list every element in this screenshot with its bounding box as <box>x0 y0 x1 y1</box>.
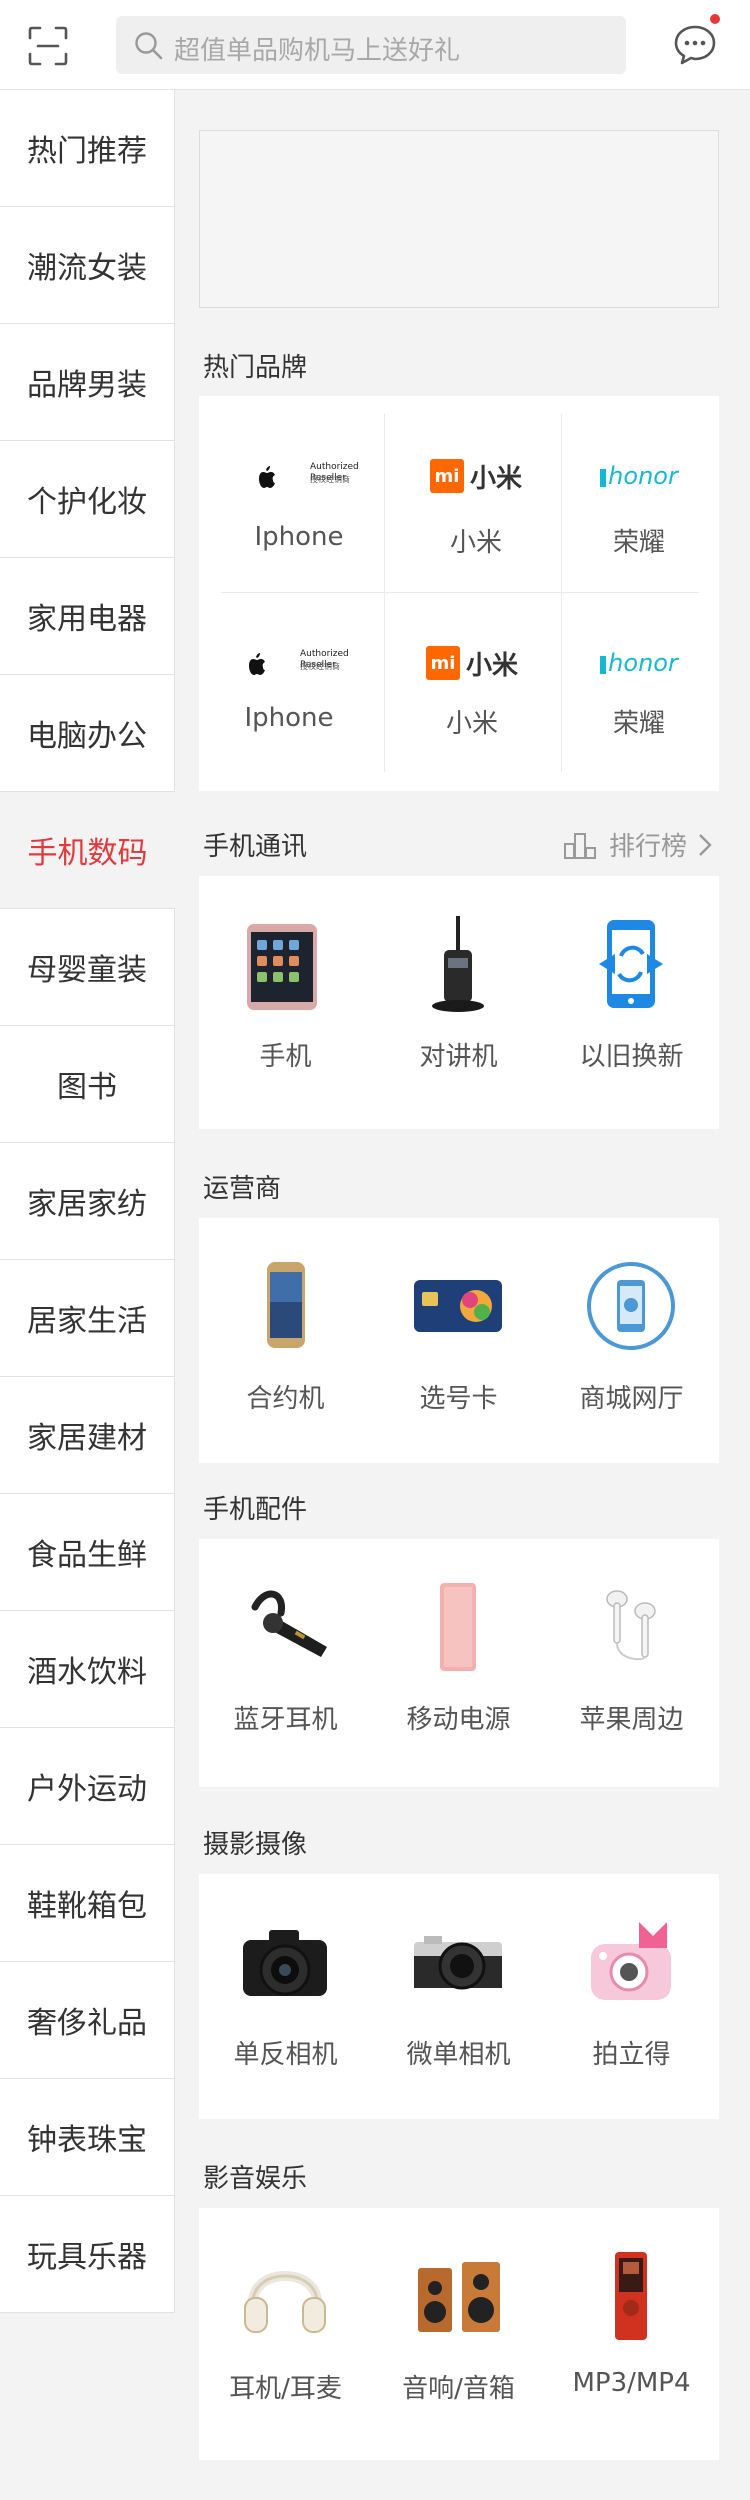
ranking-icon <box>563 832 596 859</box>
earphones-icon <box>606 1590 656 1661</box>
chat-bubble-icon[interactable] <box>672 22 718 68</box>
honor-logo-icon: honor <box>554 643 724 683</box>
brand-name: 荣耀 <box>612 528 665 558</box>
photo-title: 摄影摄像 <box>203 1830 308 1860</box>
phones-panel: 手机 对讲机 以旧换新 <box>199 876 719 1129</box>
sidebar-item[interactable]: 品牌男装 <box>0 324 175 441</box>
brand-tile-apple[interactable]: Authorized Reseller 授权经销商 Iphone <box>204 599 374 779</box>
category-sidebar: 热门推荐 潮流女装 品牌男装 个护化妆 家用电器 电脑办公 手机数码 母婴童装 图书 家居家纺 居家… <box>0 90 175 2313</box>
brand-name: 小米 <box>449 528 502 558</box>
sidebar-item[interactable]: 热门推荐 <box>0 90 175 207</box>
xiaomi-logo-icon: mi 小米 <box>391 456 561 496</box>
apple-logo-icon: Authorized Reseller 授权经销商 <box>214 456 384 496</box>
brand-name: Iphone <box>244 703 334 733</box>
carrier-title: 运营商 <box>203 1174 282 1204</box>
carrier-panel: 合约机 选号卡 商城网厅 <box>199 1218 719 1463</box>
category-item-dslr[interactable]: 单反相机 <box>199 1874 372 2114</box>
search-placeholder: 超值单品购机马上送好礼 <box>174 36 461 66</box>
category-item-apple-accessories[interactable]: 苹果周边 <box>545 1539 718 1779</box>
brand-tile-xiaomi[interactable]: mi 小米 小米 <box>387 599 557 779</box>
category-item-mirrorless[interactable]: 微单相机 <box>372 1874 545 2114</box>
category-item-power-bank[interactable]: 移动电源 <box>372 1539 545 1779</box>
category-item-contract-phone[interactable]: 合约机 <box>199 1218 372 1458</box>
headphones-icon <box>244 2271 326 2333</box>
sidebar-item[interactable]: 户外运动 <box>0 1728 175 1845</box>
sidebar-item[interactable]: 图书 <box>0 1026 175 1143</box>
apple-logo-icon: Authorized Reseller 授权经销商 <box>204 643 374 683</box>
ranking-link[interactable]: 排行榜 <box>563 826 715 863</box>
sidebar-item[interactable]: 潮流女装 <box>0 207 175 324</box>
honor-logo-icon: honor <box>554 456 724 496</box>
sidebar-item[interactable]: 个护化妆 <box>0 441 175 558</box>
category-item-walkie-talkie[interactable]: 对讲机 <box>372 876 545 1116</box>
sidebar-item[interactable]: 玩具乐器 <box>0 2196 175 2313</box>
instant-camera-icon <box>591 1922 671 2000</box>
brand-name: 荣耀 <box>612 709 665 739</box>
av-title: 影音娱乐 <box>203 2164 308 2194</box>
sidebar-item[interactable]: 食品生鲜 <box>0 1494 175 1611</box>
sidebar-item[interactable]: 家居建材 <box>0 1377 175 1494</box>
dslr-camera-icon <box>243 1930 327 1996</box>
hot-brands-title: 热门品牌 <box>203 353 308 383</box>
mp3-player-icon <box>615 2252 647 2340</box>
photo-panel: 单反相机 微单相机 拍立得 <box>199 1874 719 2119</box>
sidebar-item[interactable]: 钟表珠宝 <box>0 2079 175 2196</box>
category-item-online-hall[interactable]: 商城网厅 <box>545 1218 718 1458</box>
category-item-phone[interactable]: 手机 <box>199 876 372 1116</box>
accessories-title: 手机配件 <box>203 1495 308 1525</box>
brand-name: 小米 <box>445 709 498 739</box>
category-item-sim-card[interactable]: 选号卡 <box>372 1218 545 1458</box>
sidebar-item[interactable]: 母婴童装 <box>0 909 175 1026</box>
category-item-speakers[interactable]: 音响/音箱 <box>372 2208 545 2448</box>
sidebar-item[interactable]: 手机数码 <box>0 792 175 909</box>
online-hall-icon <box>587 1262 675 1350</box>
smartphone-icon <box>247 924 317 1010</box>
brand-tile-apple[interactable]: Authorized Reseller 授权经销商 Iphone <box>214 412 384 592</box>
xiaomi-logo-icon: mi 小米 <box>387 643 557 683</box>
bluetooth-headset-icon <box>251 1590 327 1657</box>
search-icon <box>135 32 163 60</box>
notification-dot <box>710 14 720 24</box>
category-item-headphones[interactable]: 耳机/耳麦 <box>199 2208 372 2448</box>
speakers-icon <box>418 2262 500 2332</box>
sidebar-item[interactable]: 奢侈礼品 <box>0 1962 175 2079</box>
sidebar-item[interactable]: 电脑办公 <box>0 675 175 792</box>
category-item-mp3-mp4[interactable]: MP3/MP4 <box>545 2208 718 2448</box>
accessories-panel: 蓝牙耳机 移动电源 苹果周边 <box>199 1539 719 1787</box>
category-item-instant-camera[interactable]: 拍立得 <box>545 1874 718 2114</box>
brand-tile-honor[interactable]: honor 荣耀 <box>554 599 724 779</box>
phones-title: 手机通讯 <box>203 832 308 862</box>
chevron-right-icon <box>699 833 712 856</box>
mirrorless-camera-icon <box>414 1936 502 1990</box>
sidebar-item[interactable]: 家居家纺 <box>0 1143 175 1260</box>
sidebar-item[interactable]: 酒水饮料 <box>0 1611 175 1728</box>
sidebar-item[interactable]: 家用电器 <box>0 558 175 675</box>
phone-exchange-icon <box>599 920 663 1008</box>
walkie-talkie-icon <box>432 916 484 1012</box>
brand-tile-xiaomi[interactable]: mi 小米 小米 <box>391 412 561 592</box>
contract-phone-icon <box>267 1262 305 1348</box>
power-bank-icon <box>440 1583 476 1671</box>
top-bar: 超值单品购机马上送好礼 <box>0 0 750 90</box>
sim-card-icon <box>414 1280 502 1332</box>
phones-section-header: 手机通讯 排行榜 <box>203 826 715 863</box>
scan-icon[interactable] <box>28 26 68 66</box>
sidebar-item[interactable]: 鞋靴箱包 <box>0 1845 175 1962</box>
av-panel: 耳机/耳麦 音响/音箱 MP3/MP4 <box>199 2208 719 2460</box>
banner-placeholder[interactable] <box>199 130 719 308</box>
category-item-trade-in[interactable]: 以旧换新 <box>545 876 718 1116</box>
sidebar-item[interactable]: 居家生活 <box>0 1260 175 1377</box>
category-item-bluetooth-headset[interactable]: 蓝牙耳机 <box>199 1539 372 1779</box>
search-bar[interactable]: 超值单品购机马上送好礼 <box>116 16 626 74</box>
brand-tile-honor[interactable]: honor 荣耀 <box>554 412 724 592</box>
hot-brands-panel: Authorized Reseller 授权经销商 Iphone mi 小米 小… <box>199 396 719 791</box>
brand-name: Iphone <box>254 522 344 552</box>
